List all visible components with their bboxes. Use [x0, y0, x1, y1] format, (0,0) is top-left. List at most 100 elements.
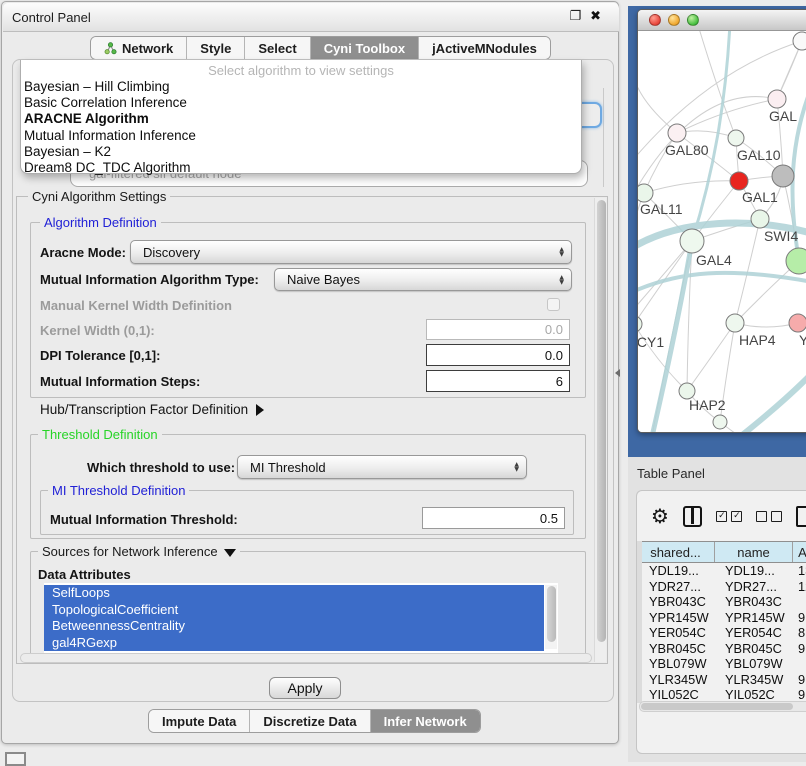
- table-row[interactable]: YDR27...YDR27...12: [637, 579, 806, 595]
- network-node[interactable]: [793, 32, 806, 50]
- hub-section-toggle[interactable]: Hub/Transcription Factor Definition: [40, 402, 264, 417]
- table-horizontal-scrollbar[interactable]: [639, 701, 806, 712]
- which-threshold-combo[interactable]: MI Threshold ▲▼: [237, 455, 527, 479]
- network-node-gal4[interactable]: [680, 229, 704, 253]
- network-node-gal80[interactable]: [668, 124, 686, 142]
- table-row[interactable]: YBR043CYBR043C: [637, 594, 806, 610]
- algorithm-dropdown-prompt: Select algorithm to view settings: [21, 60, 581, 78]
- network-node-gal10[interactable]: [728, 130, 744, 146]
- gear-icon[interactable]: ⚙: [651, 506, 669, 526]
- table-panel: ⚙ ✓ ✓ shared...nameA YDL19...YDL19...13Y…: [636, 490, 806, 754]
- network-node[interactable]: [772, 165, 794, 187]
- table-cell: YIL052C: [637, 687, 715, 702]
- network-node[interactable]: [713, 415, 727, 429]
- data-attributes-list[interactable]: SelfLoopsTopologicalCoefficientBetweenne…: [44, 583, 558, 653]
- settings-vertical-scrollbar[interactable]: [594, 198, 606, 662]
- algorithm-option-dream8-dc-tdc-algorithm[interactable]: Dream8 DC_TDC Algorithm: [24, 160, 581, 176]
- table-row[interactable]: YLR345WYLR345W9.: [637, 672, 806, 688]
- tab-select[interactable]: Select: [245, 37, 310, 59]
- apply-button[interactable]: Apply: [269, 677, 341, 699]
- node-label-swi4: SWI4: [764, 228, 798, 244]
- tab-impute-data[interactable]: Impute Data: [149, 710, 250, 732]
- tab-cyni-toolbox[interactable]: Cyni Toolbox: [311, 37, 419, 59]
- tab-infer-network[interactable]: Infer Network: [371, 710, 480, 732]
- attribute-item-gal4rgexp[interactable]: gal4RGexp: [44, 635, 544, 652]
- minimized-window-icon[interactable]: [5, 752, 26, 766]
- mi-steps-field[interactable]: 6: [426, 370, 570, 392]
- document-icon[interactable]: [796, 506, 806, 527]
- tab-label: Select: [258, 41, 296, 56]
- attribute-item-selfloops[interactable]: SelfLoops: [44, 585, 544, 602]
- column-header-shared[interactable]: shared...: [637, 542, 715, 562]
- panel-divider-handle[interactable]: [615, 369, 620, 377]
- collapse-down-icon[interactable]: [224, 549, 236, 557]
- network-view-window: GALGAL80GAL10GAL1GAL11SWI4GAL4GCY1HAP4YH…: [637, 9, 806, 433]
- network-node-gal[interactable]: [768, 90, 786, 108]
- dpi-tolerance-label: DPI Tolerance [0,1]:: [40, 348, 160, 363]
- tab-jactivemnodules[interactable]: jActiveMNodules: [419, 37, 550, 59]
- tab-network[interactable]: Network: [91, 37, 187, 59]
- algorithm-option-bayesian-k2[interactable]: Bayesian – K2: [24, 144, 581, 160]
- deselect-all-icon[interactable]: [756, 511, 782, 522]
- table-scrollbar-thumb[interactable]: [641, 703, 793, 710]
- control-panel-titlebar[interactable]: Control Panel ❐ ✖: [3, 3, 619, 32]
- select-all-icon[interactable]: ✓ ✓: [716, 511, 742, 522]
- aracne-mode-label: Aracne Mode:: [40, 245, 126, 260]
- network-canvas[interactable]: GALGAL80GAL10GAL1GAL11SWI4GAL4GCY1HAP4YH…: [638, 31, 806, 433]
- table-row[interactable]: YBL079WYBL079W: [637, 656, 806, 672]
- zoom-traffic-light-icon[interactable]: [687, 14, 699, 26]
- tab-style[interactable]: Style: [187, 37, 245, 59]
- attribute-list-scrollbar[interactable]: [545, 585, 557, 649]
- node-label-gal11: GAL11: [640, 201, 683, 217]
- screen: { "window": { "title": "Control Panel" }…: [0, 0, 806, 762]
- network-node-gal1[interactable]: [730, 172, 748, 190]
- table-cell: YER054C: [715, 625, 793, 640]
- mi-threshold-label: Mutual Information Threshold:: [50, 512, 238, 527]
- settings-horizontal-scrollbar[interactable]: [20, 653, 592, 663]
- table-left-strip: [637, 541, 642, 703]
- column-header-name[interactable]: name: [715, 542, 793, 562]
- node-label-hap4: HAP4: [739, 332, 776, 348]
- network-node-swi4[interactable]: [751, 210, 769, 228]
- close-traffic-light-icon[interactable]: [649, 14, 661, 26]
- column-header-a[interactable]: A: [793, 542, 806, 562]
- table-cell: YDR27...: [715, 579, 793, 594]
- unchecked-checkbox-icon: [756, 511, 767, 522]
- tab-discretize-data[interactable]: Discretize Data: [250, 710, 370, 732]
- table-row[interactable]: YER054CYER054C8.: [637, 625, 806, 641]
- hidden-group-border: [603, 88, 604, 187]
- attribute-item-topologicalcoefficient[interactable]: TopologicalCoefficient: [44, 602, 544, 619]
- expand-right-icon[interactable]: [256, 404, 264, 416]
- attribute-item-betweennesscentrality[interactable]: BetweennessCentrality: [44, 618, 544, 635]
- manual-kernel-checkbox[interactable]: [547, 298, 560, 311]
- mi-threshold-field[interactable]: 0.5: [422, 507, 565, 529]
- algorithm-option-aracne-algorithm[interactable]: ARACNE Algorithm: [24, 111, 581, 127]
- table-row[interactable]: YDL19...YDL19...13: [637, 563, 806, 579]
- tab-label: Discretize Data: [263, 714, 356, 729]
- sources-group-title[interactable]: Sources for Network Inference: [38, 544, 240, 559]
- settings-scrollbar-thumb[interactable]: [597, 200, 606, 642]
- table-cell: YPR145W: [715, 610, 793, 625]
- tab-label: jActiveMNodules: [432, 41, 537, 56]
- network-node-gal11[interactable]: [638, 184, 653, 202]
- dpi-tolerance-field[interactable]: 0.0: [426, 344, 570, 366]
- attribute-list-scrollbar-thumb[interactable]: [547, 586, 556, 642]
- settings-panel-title: Cyni Algorithm Settings: [28, 189, 170, 204]
- algorithm-option-basic-correlation-inference[interactable]: Basic Correlation Inference: [24, 95, 581, 111]
- columns-icon[interactable]: [683, 506, 702, 527]
- node-label-gcy1: GCY1: [638, 334, 664, 350]
- mi-type-combo[interactable]: Naive Bayes ▲▼: [274, 268, 572, 291]
- network-window-titlebar[interactable]: [638, 10, 806, 31]
- minimize-traffic-light-icon[interactable]: [668, 14, 680, 26]
- close-icon[interactable]: ✖: [590, 9, 601, 24]
- table-row[interactable]: YPR145WYPR145W9.: [637, 610, 806, 626]
- aracne-mode-combo[interactable]: Discovery ▲▼: [130, 240, 572, 264]
- network-node-hap4[interactable]: [726, 314, 744, 332]
- network-node-y[interactable]: [789, 314, 806, 332]
- algorithm-option-bayesian-hill-climbing[interactable]: Bayesian – Hill Climbing: [24, 79, 581, 95]
- algorithm-option-mutual-information-inference[interactable]: Mutual Information Inference: [24, 128, 581, 144]
- network-node-gcy1[interactable]: [638, 316, 642, 332]
- float-window-icon[interactable]: ❐: [569, 9, 581, 24]
- kernel-width-field[interactable]: 0.0: [426, 319, 570, 340]
- table-row[interactable]: YBR045CYBR045C9.: [637, 641, 806, 657]
